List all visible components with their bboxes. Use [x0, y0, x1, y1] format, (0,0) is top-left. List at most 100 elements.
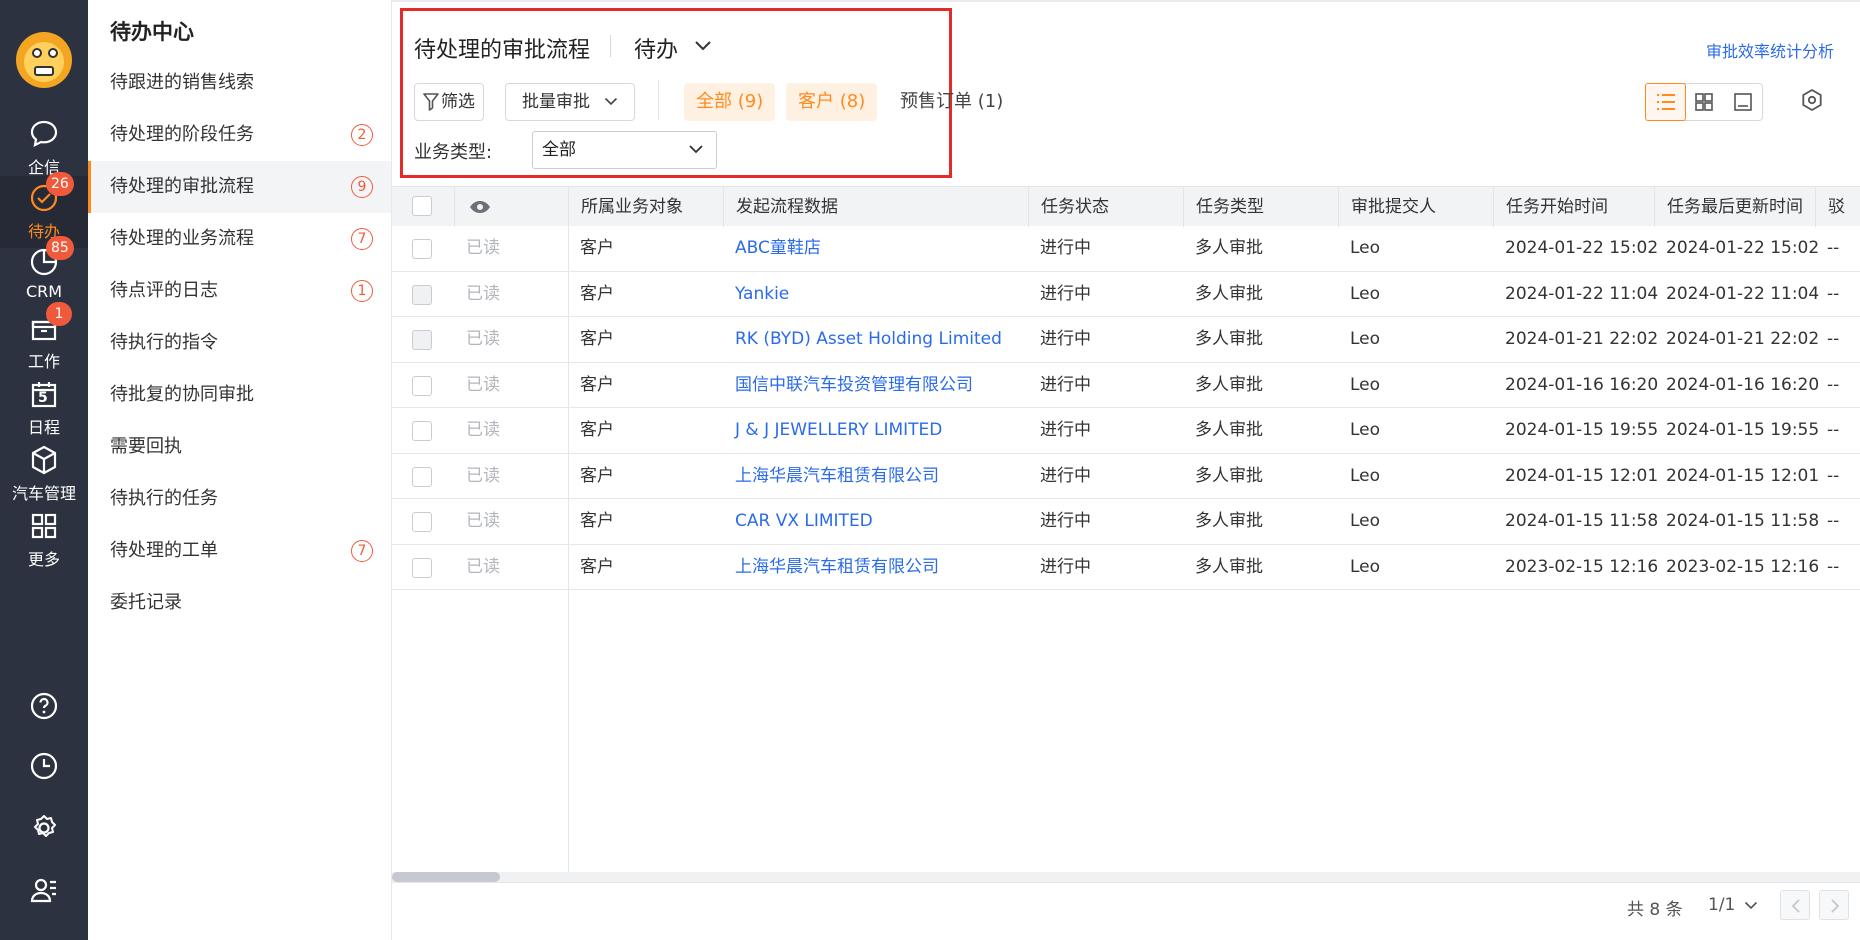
approval-stats-link[interactable]: 审批效率统计分析: [1706, 38, 1834, 62]
flow-data-link[interactable]: J & J JEWELLERY LIMITED: [723, 408, 1028, 453]
rail-label: CRM: [25, 282, 63, 301]
flow-data-link[interactable]: 上海华晨汽车租赁有限公司: [723, 454, 1028, 499]
clock-icon: [30, 752, 58, 780]
chip-presale-order[interactable]: 预售订单 (1): [888, 83, 1015, 121]
chevron-down-icon: [1744, 901, 1758, 910]
chip-all[interactable]: 全部 (9): [684, 83, 776, 121]
chip-customer[interactable]: 客户 (8): [786, 83, 878, 121]
prev-page-button[interactable]: [1780, 890, 1810, 920]
business-type-select[interactable]: 全部: [532, 131, 717, 169]
next-page-button[interactable]: [1819, 890, 1849, 920]
menu-item-label: 委托记录: [110, 592, 182, 613]
column-header[interactable]: 任务最后更新时间: [1654, 187, 1815, 227]
row-checkbox[interactable]: [412, 239, 432, 259]
task-status-cell: 进行中: [1040, 420, 1091, 440]
row-checkbox[interactable]: [412, 330, 432, 350]
view-dropdown[interactable]: 待办: [634, 32, 711, 64]
flow-data-link[interactable]: CAR VX LIMITED: [723, 499, 1028, 544]
row-checkbox[interactable]: [412, 557, 432, 578]
row-checkbox[interactable]: [412, 421, 432, 441]
filter-button[interactable]: 筛选: [414, 83, 484, 121]
column-header[interactable]: 审批提交人: [1338, 187, 1493, 227]
cube-icon: [31, 445, 57, 475]
rail-item-crm[interactable]: 85 CRM: [0, 236, 88, 312]
read-status-cell: 已读: [466, 283, 500, 304]
table-row[interactable]: 已读 客户 国信中联汽车投资管理有限公司 进行中 多人审批 Leo 2024-01-16 1…: [392, 363, 1860, 408]
rail-item-schedule[interactable]: 5 日程: [0, 372, 88, 444]
update-time-cell: 2024-01-22 15:02: [1666, 238, 1820, 258]
flow-data-link[interactable]: 国信中联汽车投资管理有限公司: [723, 363, 1028, 408]
menu-item-label: 待跟进的销售线索: [110, 72, 254, 93]
menu-item-approval-flows[interactable]: 待处理的审批流程 9: [88, 161, 391, 213]
scrollbar-thumb[interactable]: [392, 872, 500, 882]
menu-item-work-orders[interactable]: 待处理的工单 7: [88, 525, 391, 577]
app-logo[interactable]: [16, 32, 72, 88]
user-list-icon: [30, 878, 56, 903]
help-button[interactable]: [0, 682, 88, 730]
table-row[interactable]: 已读 客户 RK (BYD) Asset Holding Limited 进行中 多人审…: [392, 317, 1860, 363]
rail-item-work[interactable]: 1 工作: [0, 302, 88, 378]
business-object-cell: 客户: [580, 420, 614, 440]
list-view-button[interactable]: [1645, 83, 1686, 121]
task-type-cell: 多人审批: [1195, 283, 1263, 304]
menu-item-instructions[interactable]: 待执行的指令: [88, 317, 391, 369]
chevron-left-icon: [1791, 899, 1800, 913]
table-row[interactable]: 已读 客户 J & J JEWELLERY LIMITED 进行中 多人审批 Leo 202…: [392, 408, 1860, 454]
select-all-checkbox[interactable]: [412, 196, 432, 216]
read-status-cell: 已读: [466, 511, 500, 531]
history-button[interactable]: [0, 742, 88, 790]
chevron-down-icon: [689, 145, 703, 154]
rail-item-more[interactable]: 更多: [0, 504, 88, 576]
row-checkbox[interactable]: [412, 512, 432, 532]
flow-data-link[interactable]: RK (BYD) Asset Holding Limited: [723, 317, 1028, 362]
grid-view-button[interactable]: [1685, 84, 1724, 120]
chevron-down-icon: [695, 41, 711, 51]
horizontal-scrollbar[interactable]: [392, 872, 1860, 882]
grid-icon: [31, 513, 57, 539]
top-divider: [392, 0, 1860, 2]
rail-item-qixin[interactable]: 企信: [0, 112, 88, 184]
flow-data-link[interactable]: Yankie: [723, 272, 1028, 317]
rail-item-todo[interactable]: 26 待办: [0, 172, 88, 248]
menu-item-sales-leads[interactable]: 待跟进的销售线索: [88, 57, 391, 109]
rail-item-car-management[interactable]: 汽车管理: [0, 438, 88, 510]
table-settings-icon[interactable]: [1800, 88, 1824, 112]
todo-menu: 待办中心 待跟进的销售线索 待处理的阶段任务 2 待处理的审批流程 9 待处理的业务…: [88, 0, 392, 940]
table-row[interactable]: 已读 客户 Yankie 进行中 多人审批 Leo 2024-01-22 11:04 2024…: [392, 272, 1860, 317]
menu-item-business-flows[interactable]: 待处理的业务流程 7: [88, 213, 391, 265]
table-row[interactable]: 已读 客户 ABC童鞋店 进行中 多人审批 Leo 2024-01-22 15:02 2024…: [392, 226, 1860, 272]
menu-item-stage-tasks[interactable]: 待处理的阶段任务 2: [88, 109, 391, 161]
update-time-cell: 2024-01-15 11:58: [1666, 511, 1820, 531]
column-header[interactable]: 发起流程数据: [723, 187, 1028, 227]
row-checkbox[interactable]: [412, 284, 432, 305]
chevron-down-icon: [604, 97, 618, 106]
page-selector[interactable]: 1/1: [1708, 895, 1758, 915]
profile-button[interactable]: [0, 866, 88, 914]
rail-label: 企信: [27, 158, 60, 177]
row-checkbox[interactable]: [412, 466, 432, 487]
column-header[interactable]: 驳回: [1815, 187, 1860, 227]
column-header[interactable]: 所属业务对象: [568, 187, 723, 227]
menu-item-tasks[interactable]: 待执行的任务: [88, 473, 391, 525]
batch-approve-button[interactable]: 批量审批: [505, 83, 635, 121]
split-view-button[interactable]: [1724, 84, 1763, 120]
business-object-cell: 客户: [580, 329, 614, 349]
menu-item-collab-approvals[interactable]: 待批复的协同审批: [88, 369, 391, 421]
submitter-cell: Leo: [1350, 238, 1381, 258]
flow-data-link[interactable]: ABC童鞋店: [723, 226, 1028, 271]
column-header[interactable]: 任务开始时间: [1493, 187, 1654, 227]
menu-item-logs-to-review[interactable]: 待点评的日志 1: [88, 265, 391, 317]
menu-item-delegation-records[interactable]: 委托记录: [88, 577, 391, 629]
table-row[interactable]: 已读 客户 上海华晨汽车租赁有限公司 进行中 多人审批 Leo 2023-02-15 12:…: [392, 545, 1860, 590]
submitter-cell: Leo: [1350, 329, 1381, 349]
business-type-value: 全部: [542, 140, 576, 160]
column-header[interactable]: 任务状态: [1028, 187, 1183, 227]
table-row[interactable]: 已读 客户 上海华晨汽车租赁有限公司 进行中 多人审批 Leo 2024-01-15 12:…: [392, 454, 1860, 499]
table-row[interactable]: 已读 客户 CAR VX LIMITED 进行中 多人审批 Leo 2024-01-15 1…: [392, 499, 1860, 545]
menu-item-receipts[interactable]: 需要回执: [88, 421, 391, 473]
rail-label: 汽车管理: [11, 484, 76, 503]
column-header[interactable]: 任务类型: [1183, 187, 1338, 227]
flow-data-link[interactable]: 上海华晨汽车租赁有限公司: [723, 545, 1028, 590]
settings-button[interactable]: [0, 804, 88, 852]
row-checkbox[interactable]: [412, 375, 432, 396]
